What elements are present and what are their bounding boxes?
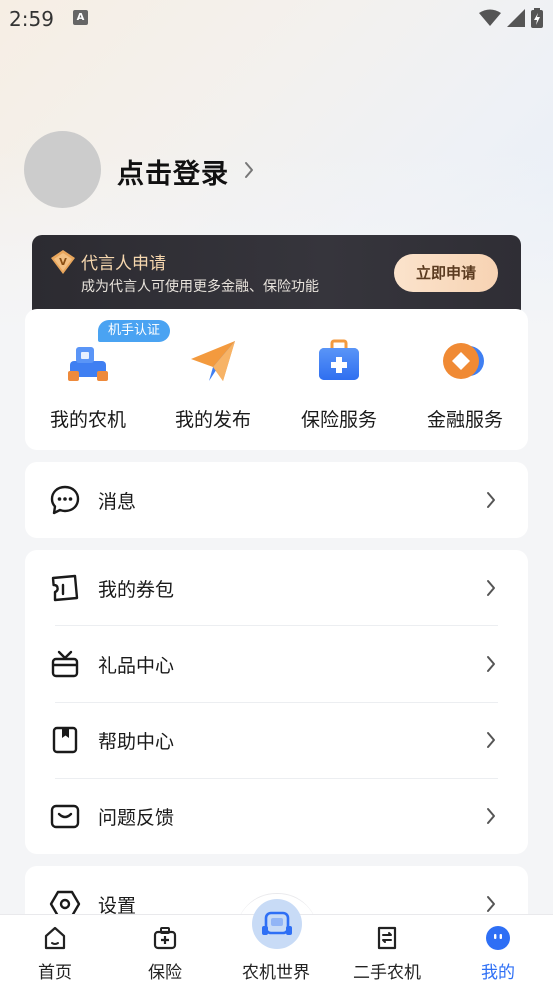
service-finance[interactable]: 金融服务 (405, 329, 525, 432)
status-icons (479, 8, 543, 28)
menu-item-label: 消息 (98, 491, 137, 513)
signal-icon (507, 9, 525, 27)
menu-item-coupons[interactable]: 我的券包 (25, 550, 528, 626)
menu-item-feedback[interactable]: 问题反馈 (25, 778, 528, 854)
chevron-right-icon (245, 162, 253, 178)
login-link[interactable]: 点击登录 (117, 152, 229, 191)
chevron-right-icon (487, 732, 495, 748)
coin-icon (443, 343, 484, 379)
service-my-posts[interactable]: 我的发布 (153, 329, 273, 432)
feedback-icon (50, 804, 80, 829)
home-icon (44, 926, 66, 950)
services-card: 机手认证 我的农机 我的发布 保险服务 金融服务 (25, 309, 528, 450)
menu-item-label: 礼品中心 (98, 655, 175, 677)
tractor-icon (68, 347, 108, 381)
chevron-right-icon (487, 492, 495, 508)
chevron-right-icon (487, 580, 495, 596)
tab-label: 农机世界 (242, 963, 310, 983)
tab-label: 二手农机 (353, 963, 421, 983)
menu-item-label: 问题反馈 (98, 807, 175, 829)
menu-item-help-center[interactable]: 帮助中心 (25, 702, 528, 778)
menu-group-card: 我的券包 礼品中心 帮助中心 问题反馈 (25, 550, 528, 854)
message-card: 消息 (25, 462, 528, 538)
tab-used-machines[interactable]: 二手农机 (332, 915, 442, 984)
service-label: 我的农机 (49, 409, 126, 431)
battery-icon (531, 8, 543, 28)
service-label: 保险服务 (300, 409, 377, 431)
tab-home[interactable]: 首页 (0, 915, 110, 984)
paper-plane-icon (191, 341, 235, 381)
menu-item-gift-center[interactable]: 礼品中心 (25, 626, 528, 702)
tab-insurance[interactable]: 保险 (110, 915, 220, 984)
chevron-right-icon (487, 896, 495, 912)
gift-icon (51, 650, 79, 678)
avatar[interactable] (24, 131, 101, 208)
menu-item-label: 帮助中心 (98, 731, 175, 753)
apply-now-button[interactable]: 立即申请 (394, 254, 498, 292)
vip-diamond-icon: V (51, 250, 75, 274)
profile-face-icon (486, 926, 510, 950)
tab-label: 保险 (148, 963, 182, 983)
svg-text:V: V (59, 257, 67, 268)
menu-item-message[interactable]: 消息 (25, 462, 528, 538)
chevron-right-icon (487, 808, 495, 824)
tab-label: 首页 (38, 963, 72, 983)
chat-bubble-icon (50, 485, 80, 515)
machine-icon (262, 911, 292, 935)
book-icon (52, 726, 78, 754)
status-time: 2:59 (9, 7, 54, 31)
service-label: 我的发布 (174, 409, 251, 431)
medical-kit-icon (319, 339, 359, 380)
tab-label: 我的 (481, 963, 515, 983)
banner-subtitle: 成为代言人可使用更多金融、保险功能 (81, 279, 319, 295)
banner-title: 代言人申请 (81, 254, 166, 274)
menu-item-label: 我的券包 (98, 579, 175, 601)
notification-a-icon: A (73, 10, 88, 25)
insurance-icon (153, 927, 177, 950)
tab-mine[interactable]: 我的 (443, 915, 553, 984)
service-insurance[interactable]: 保险服务 (279, 329, 399, 432)
wifi-icon (479, 9, 501, 26)
ticket-icon (51, 574, 79, 602)
service-label: 金融服务 (426, 409, 503, 431)
used-machine-icon (377, 926, 397, 950)
status-bar: 2:59 A (0, 0, 553, 38)
machine-world-button[interactable] (252, 899, 302, 949)
service-my-machines[interactable]: 我的农机 (28, 329, 148, 432)
chevron-right-icon (487, 656, 495, 672)
